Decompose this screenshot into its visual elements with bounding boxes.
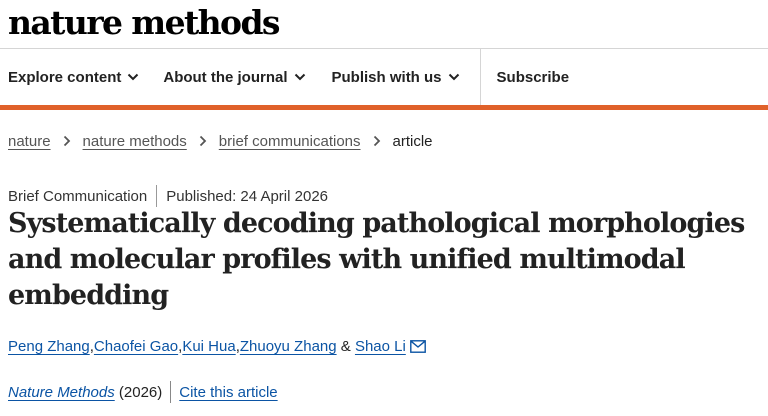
nav-item-label: Publish with us — [331, 68, 442, 86]
nav-about-journal[interactable]: About the journal — [163, 49, 305, 105]
subscribe-link[interactable]: Subscribe — [497, 49, 570, 105]
author-link[interactable]: Peng Zhang — [8, 338, 90, 355]
cite-article-link[interactable]: Cite this article — [179, 384, 277, 401]
breadcrumb-brief-communications[interactable]: brief communications — [219, 133, 361, 150]
breadcrumb-nature[interactable]: nature — [8, 133, 51, 150]
chevron-right-icon — [199, 135, 207, 147]
journal-link[interactable]: Nature Methods — [8, 384, 115, 401]
author-link[interactable]: Chaofei Gao — [94, 338, 178, 355]
accent-bar — [0, 105, 768, 110]
breadcrumb-current: article — [392, 132, 433, 150]
breadcrumb-nature-methods[interactable]: nature methods — [83, 133, 187, 150]
nav-publish-with-us[interactable]: Publish with us — [332, 49, 460, 105]
author-list: Peng Zhang, Chaofei Gao, Kui Hua, Zhuoyu… — [8, 338, 426, 355]
chevron-right-icon — [63, 135, 70, 147]
breadcrumb: nature nature methods brief communicatio… — [8, 131, 433, 151]
main-nav: Explore content About the journal Publis… — [0, 49, 768, 105]
publish-date: Published: 24 April 2026 — [166, 187, 329, 205]
publication-year: (2026) — [114, 383, 163, 401]
article-type: Brief Communication — [8, 187, 148, 205]
article-meta: Brief Communication Published: 24 April … — [8, 185, 328, 207]
mail-icon[interactable] — [409, 340, 426, 353]
chevron-right-icon — [373, 135, 380, 147]
author-link[interactable]: Zhuoyu Zhang — [240, 338, 337, 355]
citation-line: Nature Methods (2026) Cite this article — [8, 381, 278, 403]
site-logo[interactable]: nature methods — [8, 3, 281, 43]
cite-divider — [170, 381, 172, 403]
nav-explore-content[interactable]: Explore content — [8, 49, 139, 105]
article-title: Systematically decoding pathological mor… — [8, 208, 745, 311]
author-conjunction: & — [336, 338, 355, 355]
nav-divider — [479, 49, 481, 105]
meta-divider — [156, 185, 158, 207]
author-link[interactable]: Shao Li — [355, 338, 406, 355]
chevron-down-icon — [448, 73, 459, 81]
chevron-down-icon — [128, 73, 139, 81]
author-link[interactable]: Kui Hua — [182, 338, 235, 355]
nav-item-label: Explore content — [8, 68, 122, 86]
nav-item-label: About the journal — [163, 68, 288, 86]
chevron-down-icon — [294, 73, 305, 81]
